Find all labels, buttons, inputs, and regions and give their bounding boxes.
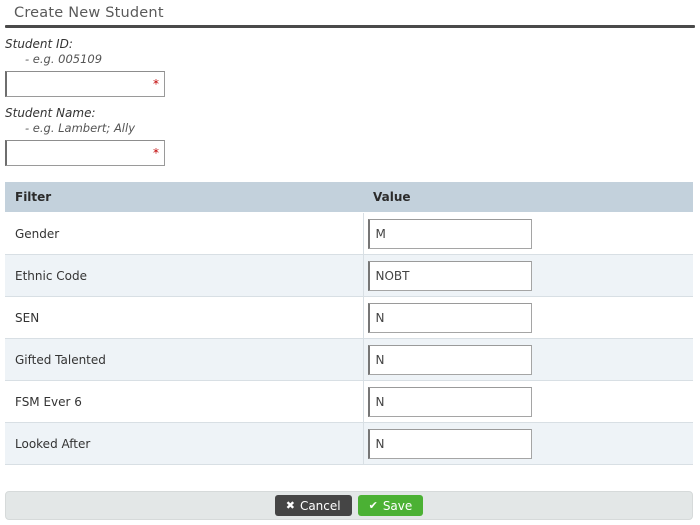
column-header-filter: Filter — [5, 182, 363, 213]
cancel-button-label: Cancel — [299, 498, 341, 513]
student-name-field-group: Student Name: - e.g. Lambert; Ally * — [0, 97, 700, 166]
student-id-label: Student ID: — [5, 37, 73, 51]
page-title: Create New Student — [14, 5, 164, 21]
filter-name-cell: Gender — [5, 212, 363, 255]
check-icon: ✔ — [368, 499, 378, 512]
cancel-button[interactable]: ✖ Cancel — [274, 495, 352, 516]
filter-name-cell: FSM Ever 6 — [5, 380, 363, 423]
filter-value-table: Filter Value GenderEthnic CodeSENGifted … — [5, 182, 693, 465]
filter-name-cell: Gifted Talented — [5, 338, 363, 381]
filter-value-cell — [362, 212, 693, 255]
form-action-bar: ✖ Cancel ✔ Save — [5, 491, 693, 520]
student-id-field-group: Student ID: - e.g. 005109 * — [0, 28, 700, 97]
filter-value-cell — [362, 254, 693, 297]
table-row: SEN — [5, 296, 693, 339]
student-name-input-wrapper: * — [5, 140, 165, 166]
filter-value-cell — [362, 422, 693, 465]
student-name-label: Student Name: — [5, 106, 96, 120]
table-head: Filter Value — [5, 182, 693, 213]
table-row: Gifted Talented — [5, 338, 693, 381]
filter-value-input[interactable] — [367, 344, 532, 375]
student-id-input[interactable] — [5, 71, 165, 97]
student-name-hint: - e.g. Lambert; Ally — [25, 121, 136, 135]
filter-value-input[interactable] — [367, 386, 532, 417]
filter-value-input[interactable] — [367, 260, 532, 291]
filter-value-cell — [362, 296, 693, 339]
filter-value-input[interactable] — [367, 302, 532, 333]
filter-value-cell — [362, 338, 693, 381]
student-name-input[interactable] — [5, 140, 165, 166]
filter-value-cell — [362, 380, 693, 423]
student-id-hint: - e.g. 005109 — [25, 52, 103, 66]
filter-value-input[interactable] — [367, 218, 532, 249]
page-header: Create New Student — [0, 0, 700, 22]
table-body: GenderEthnic CodeSENGifted TalentedFSM E… — [5, 212, 693, 465]
filter-name-cell: SEN — [5, 296, 363, 339]
table-row: FSM Ever 6 — [5, 380, 693, 423]
table-header-row: Filter Value — [5, 182, 693, 213]
table-row: Gender — [5, 212, 693, 255]
filter-value-input[interactable] — [367, 428, 532, 459]
save-button[interactable]: ✔ Save — [357, 495, 424, 516]
student-id-input-wrapper: * — [5, 71, 165, 97]
column-header-value: Value — [363, 182, 693, 213]
close-icon: ✖ — [285, 499, 295, 512]
filter-name-cell: Ethnic Code — [5, 254, 363, 297]
table-row: Looked After — [5, 422, 693, 465]
table-row: Ethnic Code — [5, 254, 693, 297]
filter-name-cell: Looked After — [5, 422, 363, 465]
save-button-label: Save — [382, 498, 413, 513]
